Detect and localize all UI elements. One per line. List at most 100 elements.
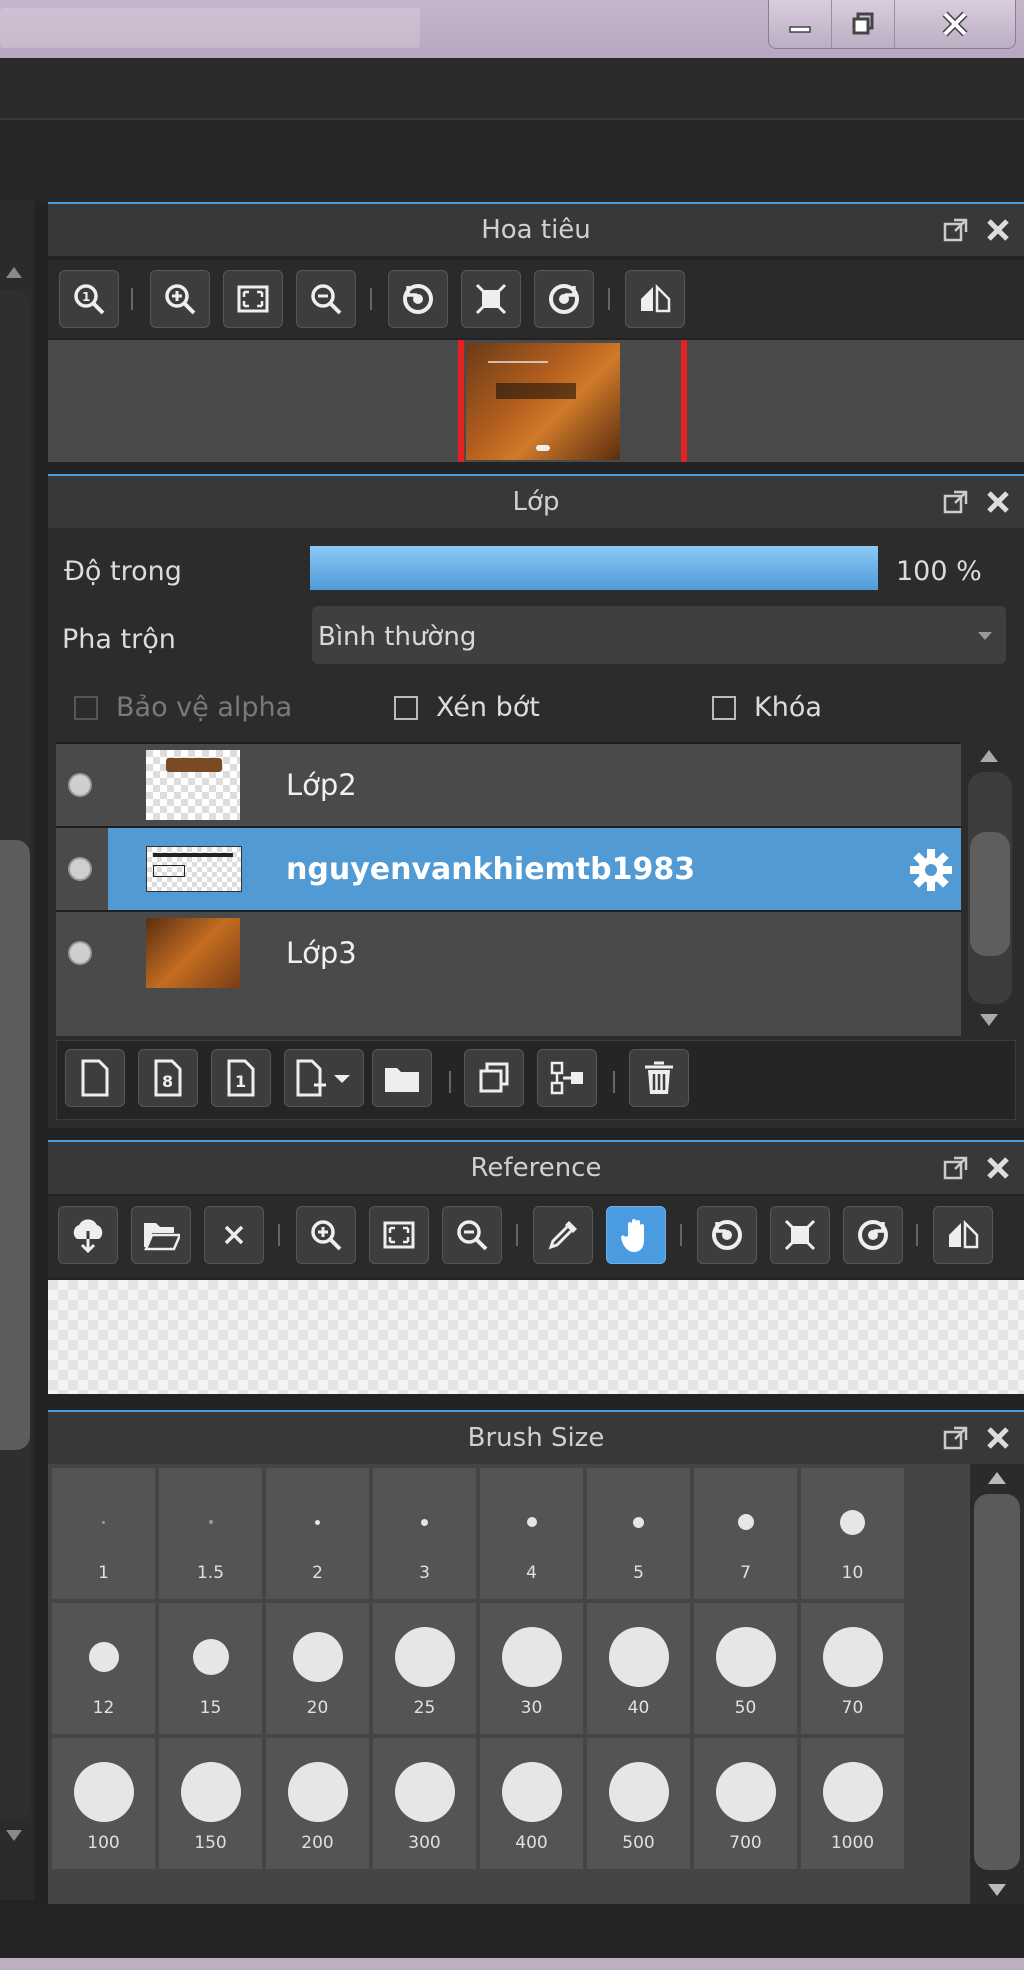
scroll-down-icon[interactable]	[4, 1828, 24, 1844]
close-reference-button[interactable]	[204, 1206, 264, 1264]
opacity-slider[interactable]	[310, 546, 878, 590]
rotate-right-button[interactable]	[534, 270, 594, 328]
open-cloud-button[interactable]	[58, 1206, 118, 1264]
layer-scrollbar[interactable]	[964, 742, 1016, 1036]
add-layer-menu-button[interactable]	[284, 1049, 364, 1107]
zoom-out-icon	[457, 1220, 488, 1251]
scroll-down-icon[interactable]	[978, 1012, 1000, 1028]
brush-size-label: 1000	[830, 1833, 875, 1853]
brush-size-cell[interactable]: 200	[266, 1738, 369, 1869]
folder-button[interactable]	[372, 1049, 432, 1107]
brush-size-cell[interactable]: 1000	[801, 1738, 904, 1869]
hand-tool-button[interactable]	[606, 1206, 666, 1264]
rotate-left-button[interactable]	[388, 270, 448, 328]
scroll-thumb[interactable]	[974, 1494, 1020, 1870]
clip-checkbox[interactable]	[394, 696, 418, 720]
ref-rotate-right-button[interactable]	[843, 1206, 903, 1264]
layer-row[interactable]: Lớp3	[56, 912, 961, 1036]
close-panel-icon[interactable]	[984, 1424, 1012, 1452]
delete-layer-button[interactable]	[629, 1049, 689, 1107]
undock-icon[interactable]	[942, 216, 970, 244]
open-folder-button[interactable]	[131, 1206, 191, 1264]
close-panel-icon[interactable]	[984, 216, 1012, 244]
new-8bit-layer-button[interactable]: 8	[138, 1049, 198, 1107]
lock-label: Khóa	[754, 692, 822, 723]
brush-size-cell[interactable]: 4	[480, 1468, 583, 1599]
ref-flip-button[interactable]	[933, 1206, 993, 1264]
layer-row[interactable]: Lớp2	[56, 744, 961, 826]
ref-fit-button[interactable]	[369, 1206, 429, 1264]
minimize-button[interactable]	[769, 0, 832, 48]
brush-scrollbar[interactable]	[970, 1464, 1024, 1904]
brush-size-cell[interactable]: 150	[159, 1738, 262, 1869]
ref-rotate-left-button[interactable]	[697, 1206, 757, 1264]
zoom-in-button[interactable]	[150, 270, 210, 328]
new-1bit-layer-button[interactable]: 1	[211, 1049, 271, 1107]
brush-size-cell[interactable]: 100	[52, 1738, 155, 1869]
layer-row-selected[interactable]: nguyenvankhiemtb1983	[56, 828, 961, 910]
scroll-thumb[interactable]	[970, 832, 1010, 956]
ref-zoom-out-button[interactable]	[442, 1206, 502, 1264]
scroll-up-icon[interactable]	[986, 1470, 1008, 1486]
brush-size-cell[interactable]: 2	[266, 1468, 369, 1599]
merge-layer-button[interactable]	[537, 1049, 597, 1107]
blend-mode-dropdown[interactable]: Bình thường	[312, 606, 1006, 664]
gear-icon[interactable]	[909, 848, 953, 892]
undock-icon[interactable]	[942, 488, 970, 516]
brush-size-cell[interactable]: 1.5	[159, 1468, 262, 1599]
brush-size-cell[interactable]: 50	[694, 1603, 797, 1734]
scroll-down-icon[interactable]	[986, 1882, 1008, 1898]
new-layer-button[interactable]	[65, 1049, 125, 1107]
visibility-icon[interactable]	[68, 857, 92, 881]
brush-size-dot	[208, 1520, 213, 1524]
brush-size-cell[interactable]: 7	[694, 1468, 797, 1599]
brush-size-cell[interactable]: 40	[587, 1603, 690, 1734]
lock-checkbox[interactable]	[712, 696, 736, 720]
separator	[608, 288, 610, 310]
protect-alpha-checkbox[interactable]	[74, 696, 98, 720]
reference-toolbar	[48, 1196, 1024, 1278]
restore-button[interactable]	[832, 0, 895, 48]
eyedropper-button[interactable]	[533, 1206, 593, 1264]
flip-button[interactable]	[625, 270, 685, 328]
opacity-label: Độ trong	[64, 556, 182, 587]
fit-button[interactable]	[223, 270, 283, 328]
duplicate-layer-button[interactable]	[464, 1049, 524, 1107]
undock-icon[interactable]	[942, 1154, 970, 1182]
brush-size-cell[interactable]: 3	[373, 1468, 476, 1599]
left-scroll-thumb[interactable]	[0, 840, 30, 1450]
brush-size-cell[interactable]: 1	[52, 1468, 155, 1599]
zoom-reset-button[interactable]: 1	[59, 270, 119, 328]
undock-icon[interactable]	[942, 1424, 970, 1452]
brush-size-cell[interactable]: 700	[694, 1738, 797, 1869]
brush-size-cell[interactable]: 25	[373, 1603, 476, 1734]
chevron-down-icon	[978, 632, 992, 640]
scroll-up-icon[interactable]	[4, 264, 24, 280]
brush-size-cell[interactable]: 12	[52, 1603, 155, 1734]
brush-size-cell[interactable]: 300	[373, 1738, 476, 1869]
brush-size-cell[interactable]: 400	[480, 1738, 583, 1869]
brush-size-cell[interactable]: 10	[801, 1468, 904, 1599]
ref-zoom-in-button[interactable]	[296, 1206, 356, 1264]
brush-size-cell[interactable]: 15	[159, 1603, 262, 1734]
brush-size-cell[interactable]: 30	[480, 1603, 583, 1734]
brush-size-label: 70	[841, 1698, 864, 1718]
fit-window-button[interactable]	[461, 270, 521, 328]
scroll-up-icon[interactable]	[978, 748, 1000, 764]
close-window-button[interactable]	[895, 0, 1015, 48]
brush-size-cell[interactable]: 500	[587, 1738, 690, 1869]
ref-fit-window-button[interactable]	[770, 1206, 830, 1264]
navigator-header: Hoa tiêu	[48, 202, 1024, 256]
brush-size-cell[interactable]: 20	[266, 1603, 369, 1734]
close-panel-icon[interactable]	[984, 488, 1012, 516]
navigator-preview[interactable]	[48, 340, 1024, 462]
visibility-icon[interactable]	[68, 773, 92, 797]
brush-size-cell[interactable]: 70	[801, 1603, 904, 1734]
zoom-out-button[interactable]	[296, 270, 356, 328]
reference-canvas[interactable]	[48, 1280, 1024, 1394]
visibility-icon[interactable]	[68, 941, 92, 965]
layer-name: Lớp3	[286, 936, 357, 970]
brush-size-cell[interactable]: 5	[587, 1468, 690, 1599]
left-scrollbar[interactable]	[0, 200, 34, 1900]
close-panel-icon[interactable]	[984, 1154, 1012, 1182]
